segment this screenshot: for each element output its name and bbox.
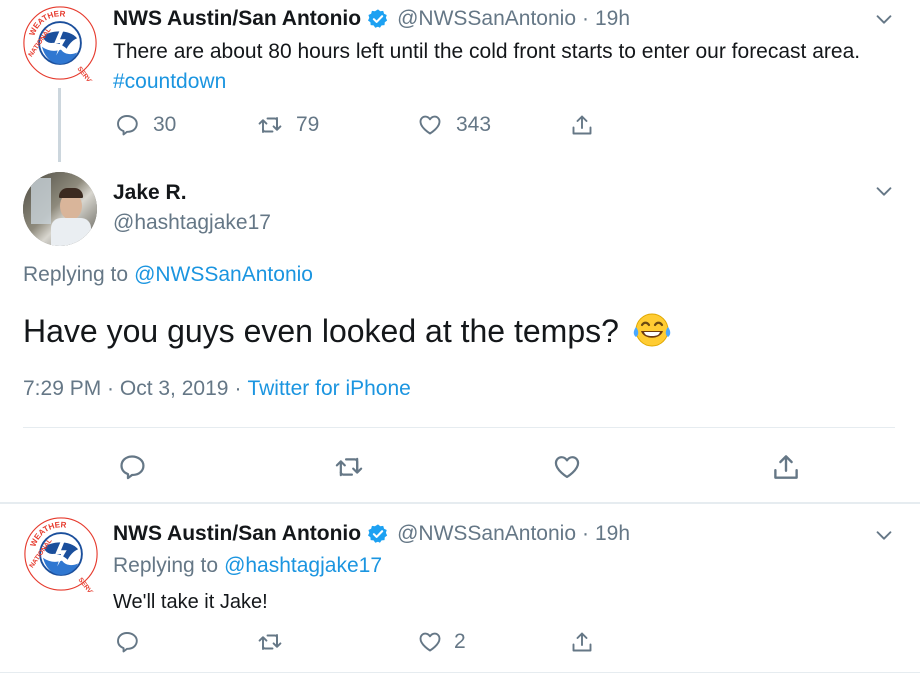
chevron-down-icon[interactable] [873, 524, 895, 546]
replying-to: Replying to @NWSSanAntonio [23, 263, 313, 287]
retweet-button[interactable]: 79 [258, 113, 319, 137]
tweet-text: We'll take it Jake! [113, 587, 268, 617]
hashtag-link[interactable]: #countdown [113, 70, 226, 93]
tweet-text: There are about 80 hours left until the … [113, 37, 903, 97]
avatar-hair [59, 188, 83, 198]
replying-to: Replying to @hashtagjake17 [113, 554, 382, 578]
nws-avatar[interactable] [22, 5, 98, 81]
tweet-timestamp[interactable]: 7:29 PM · Oct 3, 2019 [23, 377, 228, 401]
laughing-emoji [632, 310, 672, 350]
like-count: 2 [454, 630, 466, 653]
tweet-source-link[interactable]: Twitter for iPhone [247, 377, 410, 401]
reply-button[interactable] [118, 453, 146, 481]
main-tweet-name: Jake R. [113, 181, 187, 205]
meta-separator: · [234, 377, 242, 400]
chevron-down-icon[interactable] [873, 180, 895, 202]
tweet-header: NWS Austin/San Antonio @NWSSanAntonio · … [113, 522, 630, 546]
verified-badge-icon [367, 8, 389, 30]
reply-icon [115, 113, 139, 137]
meta-divider [23, 427, 895, 428]
tweet-nws-reply[interactable]: NWS Austin/San Antonio @NWSSanAntonio · … [0, 504, 920, 670]
retweet-icon [258, 113, 282, 137]
tweet-main-jake: Jake R. @hashtagjake17 Replying to @NWSS… [0, 162, 920, 502]
replying-to-link[interactable]: @NWSSanAntonio [134, 263, 313, 287]
like-icon [418, 113, 442, 137]
replying-to-prefix: Replying to [23, 263, 129, 286]
main-tweet-text: Have you guys even looked at the temps? [23, 310, 672, 351]
author-name[interactable]: NWS Austin/San Antonio [113, 522, 361, 546]
replying-to-prefix: Replying to [113, 554, 219, 577]
retweet-button[interactable] [258, 630, 282, 654]
tweet-time[interactable]: 19h [595, 7, 630, 31]
jake-avatar[interactable] [23, 172, 97, 246]
like-icon [418, 630, 442, 654]
reply-button[interactable]: 30 [115, 113, 176, 137]
share-button[interactable] [771, 452, 801, 482]
main-tweet-handle: @hashtagjake17 [113, 211, 271, 235]
reply-icon [115, 630, 139, 654]
reply-button[interactable] [115, 630, 139, 654]
nws-logo-icon [22, 5, 98, 81]
like-button[interactable] [553, 453, 581, 481]
share-button[interactable] [570, 113, 594, 137]
share-icon [570, 630, 594, 654]
tweet-time[interactable]: 19h [595, 522, 630, 546]
tweet-text-content: We'll take it Jake! [113, 591, 268, 613]
reply-count: 30 [153, 113, 177, 136]
retweet-icon [258, 630, 282, 654]
tweet-meta: 7:29 PM · Oct 3, 2019 · Twitter for iPho… [23, 377, 411, 401]
chevron-down-icon[interactable] [873, 8, 895, 30]
thread-line [58, 88, 61, 162]
retweet-icon [334, 453, 364, 481]
author-handle[interactable]: @NWSSanAntonio [397, 7, 576, 31]
like-button[interactable]: 2 [418, 630, 466, 654]
separator: · [582, 522, 589, 545]
share-button[interactable] [570, 630, 594, 654]
tweet-text-content: There are about 80 hours left until the … [113, 40, 861, 63]
retweet-button[interactable] [334, 453, 364, 481]
replying-to-link[interactable]: @hashtagjake17 [224, 554, 382, 578]
verified-badge-icon [367, 523, 389, 545]
share-icon [570, 113, 594, 137]
tweet-nws-countdown[interactable]: NWS Austin/San Antonio @NWSSanAntonio · … [0, 0, 920, 162]
main-tweet-text-content: Have you guys even looked at the temps? [23, 313, 619, 349]
separator: · [582, 7, 589, 30]
reply-icon [118, 453, 146, 481]
retweet-count: 79 [296, 113, 320, 136]
tears-of-joy-icon [633, 313, 671, 347]
author-name[interactable]: Jake R. [113, 181, 187, 205]
like-button[interactable]: 343 [418, 113, 491, 137]
avatar-window [31, 178, 51, 224]
share-icon [771, 452, 801, 482]
bottom-divider [0, 672, 920, 673]
author-name[interactable]: NWS Austin/San Antonio [113, 7, 361, 31]
like-icon [553, 453, 581, 481]
avatar-shirt [51, 218, 91, 246]
nws-avatar[interactable] [23, 516, 99, 592]
author-handle[interactable]: @NWSSanAntonio [397, 522, 576, 546]
like-count: 343 [456, 113, 492, 136]
nws-logo-icon [23, 516, 99, 592]
tweet-header: NWS Austin/San Antonio @NWSSanAntonio · … [113, 7, 630, 31]
author-handle[interactable]: @hashtagjake17 [113, 211, 271, 235]
